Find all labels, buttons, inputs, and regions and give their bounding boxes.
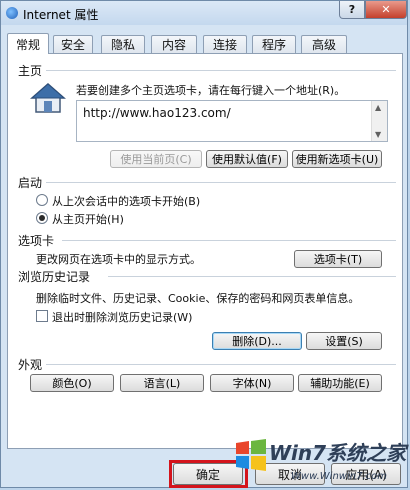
startup-home-page-radio[interactable] xyxy=(36,212,48,224)
use-current-button[interactable]: 使用当前页(C) xyxy=(110,150,202,168)
history-description: 删除临时文件、历史记录、Cookie、保存的密码和网页表单信息。 xyxy=(36,292,360,305)
tab-programs[interactable]: 程序 xyxy=(252,35,296,53)
startup-section-label: 启动 xyxy=(18,176,43,190)
scroll-down-icon[interactable]: ▼ xyxy=(375,130,381,139)
history-divider xyxy=(108,276,396,277)
tab-privacy[interactable]: 隐私 xyxy=(101,35,145,53)
use-new-tab-button[interactable]: 使用新选项卡(U) xyxy=(292,150,382,168)
appearance-divider xyxy=(46,364,396,365)
tab-general[interactable]: 常规 xyxy=(7,33,49,54)
startup-last-session-label[interactable]: 从上次会话中的选项卡开始(B) xyxy=(52,193,200,209)
home-page-url-input[interactable]: http://www.hao123.com/ ▲ ▼ xyxy=(76,100,388,142)
title-bar[interactable]: Internet 属性 ? ✕ xyxy=(1,1,407,25)
startup-home-page-label[interactable]: 从主页开始(H) xyxy=(52,211,124,227)
home-divider xyxy=(46,70,396,71)
window-title: Internet 属性 xyxy=(23,8,99,22)
url-scrollbar[interactable]: ▲ ▼ xyxy=(371,101,387,141)
close-button[interactable]: ✕ xyxy=(365,1,407,19)
tab-content[interactable]: 内容 xyxy=(151,35,197,53)
history-settings-button[interactable]: 设置(S) xyxy=(306,332,382,350)
history-section-label: 浏览历史记录 xyxy=(18,270,91,284)
fonts-button[interactable]: 字体(N) xyxy=(210,374,294,392)
internet-explorer-icon xyxy=(6,7,18,19)
help-button[interactable]: ? xyxy=(339,1,365,19)
home-instruction: 若要创建多个主页选项卡，请在每行键入一个地址(R)。 xyxy=(76,84,346,97)
delete-on-exit-label[interactable]: 退出时删除浏览历史记录(W) xyxy=(52,309,192,325)
tab-connections[interactable]: 连接 xyxy=(203,35,247,53)
startup-divider xyxy=(46,182,396,183)
scroll-up-icon[interactable]: ▲ xyxy=(375,103,381,112)
delete-on-exit-checkbox[interactable] xyxy=(36,310,48,322)
internet-properties-window: Internet 属性 ? ✕ 常规 安全 隐私 内容 连接 程序 高级 主页 … xyxy=(0,0,408,488)
ok-highlight-annotation xyxy=(169,460,248,488)
appearance-section-label: 外观 xyxy=(18,358,43,372)
cancel-button[interactable]: 取消 xyxy=(255,463,325,485)
home-page-url-value: http://www.hao123.com/ xyxy=(83,106,231,120)
tab-advanced[interactable]: 高级 xyxy=(301,35,347,53)
tab-security[interactable]: 安全 xyxy=(53,35,93,53)
house-icon xyxy=(30,83,66,113)
tabs-divider xyxy=(62,240,396,241)
general-tab-panel: 主页 若要创建多个主页选项卡，请在每行键入一个地址(R)。 http://www… xyxy=(7,53,403,449)
colors-button[interactable]: 颜色(O) xyxy=(30,374,114,392)
tabs-description: 更改网页在选项卡中的显示方式。 xyxy=(36,253,201,266)
delete-history-button[interactable]: 删除(D)... xyxy=(212,332,302,350)
apply-button[interactable]: 应用(A) xyxy=(331,463,401,485)
languages-button[interactable]: 语言(L) xyxy=(120,374,204,392)
startup-last-session-radio[interactable] xyxy=(36,194,48,206)
accessibility-button[interactable]: 辅助功能(E) xyxy=(298,374,382,392)
tabs-section-label: 选项卡 xyxy=(18,234,55,248)
use-default-button[interactable]: 使用默认值(F) xyxy=(206,150,288,168)
tabs-settings-button[interactable]: 选项卡(T) xyxy=(294,250,382,268)
home-section-label: 主页 xyxy=(18,64,43,78)
